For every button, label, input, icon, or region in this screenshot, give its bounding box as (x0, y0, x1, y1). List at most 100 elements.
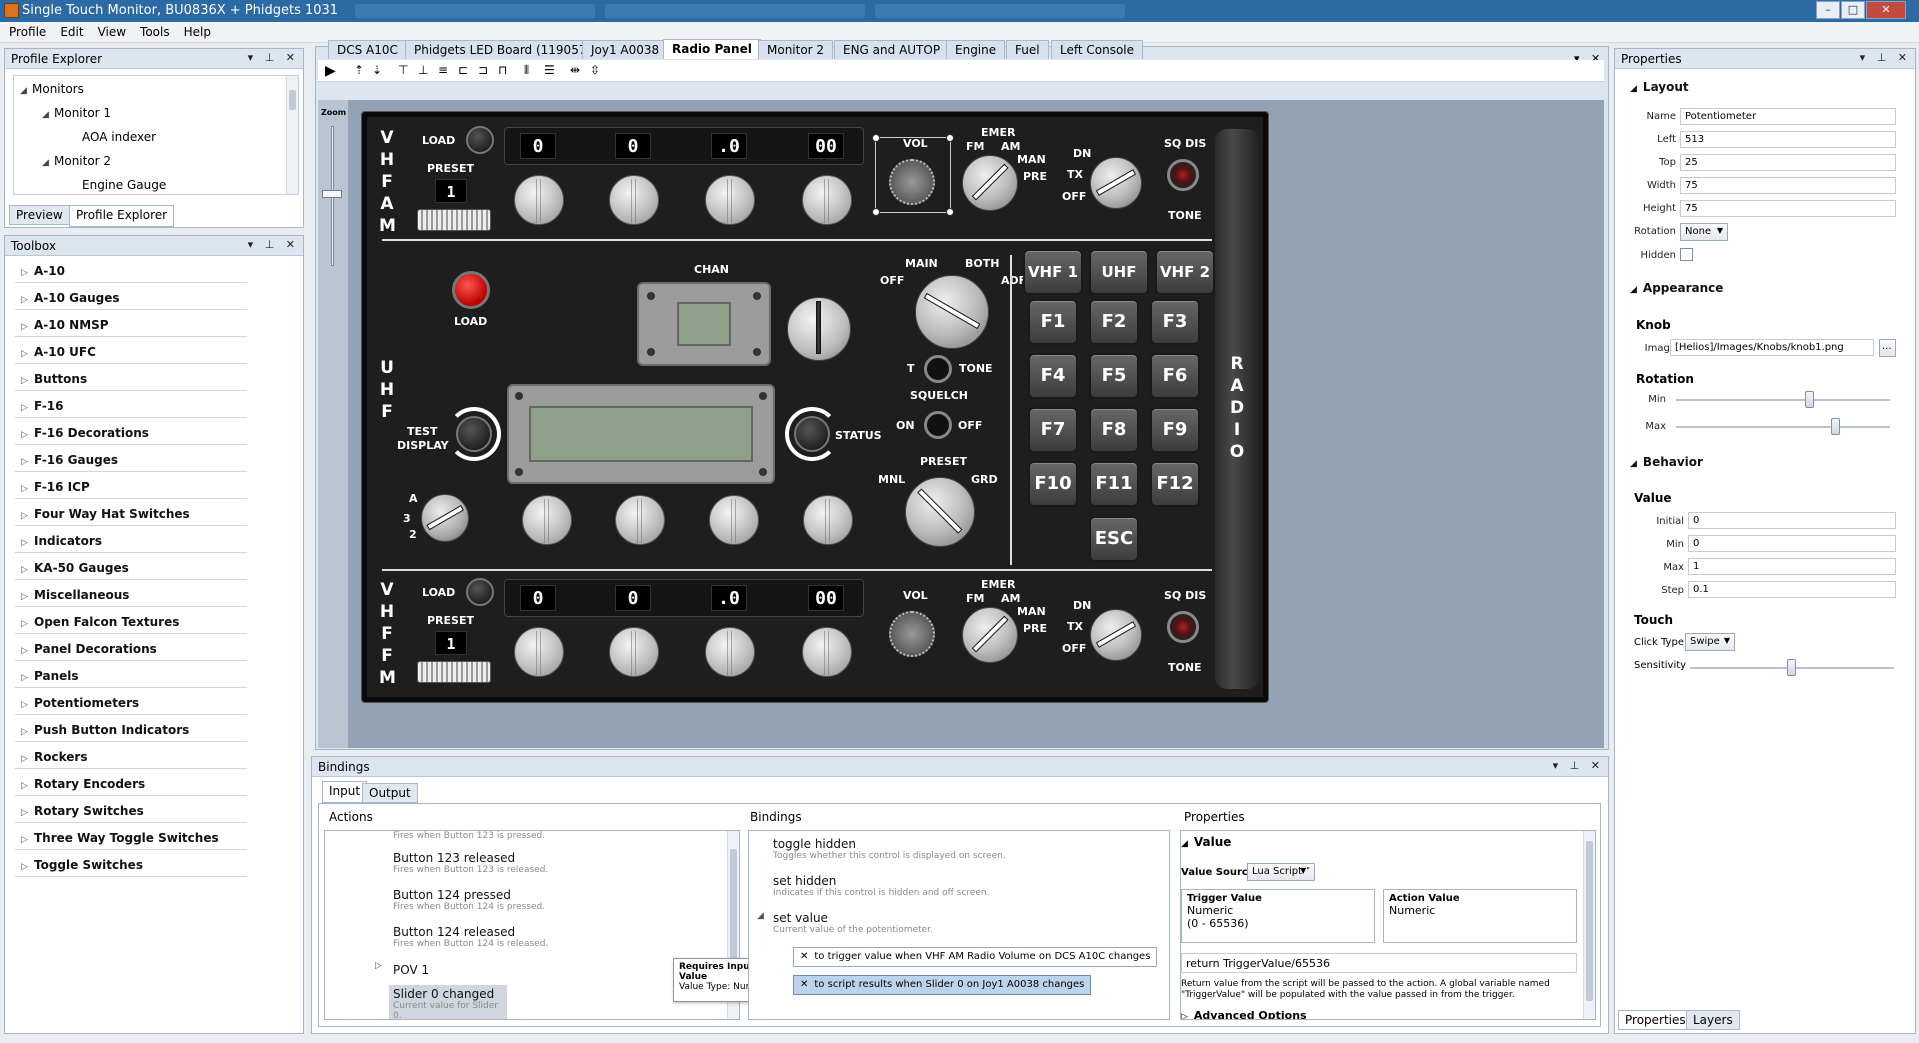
uhf-freq-knob[interactable] (709, 495, 759, 545)
uhf-channel-knob[interactable] (787, 297, 851, 361)
toolbox-group[interactable]: ▷ F-16 Decorations (15, 423, 247, 445)
panel-pin-close-icons[interactable]: ▾ ⊥ ✕ (1860, 51, 1911, 64)
toolbox-group[interactable]: ▷ Push Button Indicators (15, 720, 247, 742)
esc-button[interactable]: ESC (1089, 516, 1139, 562)
rotation-min-slider-thumb[interactable] (1805, 391, 1814, 408)
image-path-field[interactable]: [Helios]/Images/Knobs/knob1.png (1670, 339, 1874, 356)
tab-dcs-a10c[interactable]: DCS A10C (328, 40, 407, 59)
vhf-fm-freq-knob[interactable] (514, 627, 564, 677)
bindings-list[interactable]: toggle hidden Toggles whether this contro… (748, 830, 1170, 1020)
click-type-dropdown[interactable]: Swipe ▼ (1685, 633, 1735, 651)
tab-monitor-2[interactable]: Monitor 2 (758, 40, 834, 59)
align-bottom-icon[interactable]: ⊥ (418, 63, 428, 77)
hidden-checkbox[interactable] (1680, 248, 1693, 261)
value-source-dropdown[interactable]: Lua Script ▼" (1247, 863, 1315, 881)
f9-button[interactable]: F9 (1150, 407, 1200, 453)
tab-radio-panel[interactable]: Radio Panel (663, 39, 761, 59)
vhf-am-freq-knob[interactable] (802, 175, 852, 225)
vhf-am-freq-knob[interactable] (705, 175, 755, 225)
f11-button[interactable]: F11 (1089, 461, 1139, 507)
height-field[interactable]: 75 (1680, 200, 1896, 217)
toolbox-group[interactable]: ▷ Rotary Encoders (15, 774, 247, 796)
behavior-section-header[interactable]: ◢ Behavior (1630, 455, 1703, 469)
f10-button[interactable]: F10 (1028, 461, 1078, 507)
expand-arrow-icon[interactable]: ◢ (42, 110, 54, 120)
vhf-am-squelch-button[interactable] (1167, 159, 1199, 191)
toolbox-group[interactable]: ▷ Rockers (15, 747, 247, 769)
uhf-tone-button[interactable] (924, 355, 952, 383)
align-top-icon[interactable]: ⊤ (398, 63, 408, 77)
expand-arrow-icon[interactable]: ◢ (42, 158, 54, 168)
panel-pin-close-icons[interactable]: ▾ ⊥ ✕ (248, 238, 299, 251)
initial-field[interactable]: 0 (1688, 512, 1896, 529)
align-middle-icon[interactable]: ⊓ (498, 63, 507, 77)
tree-item-engine-gauge[interactable]: Engine Gauge (82, 178, 166, 192)
bring-forward-icon[interactable]: ⇡ (354, 63, 364, 77)
toolbox-group[interactable]: ▷ F-16 Gauges (15, 450, 247, 472)
vhf-am-freq-knob[interactable] (514, 175, 564, 225)
toolbox-group[interactable]: ▷ Buttons (15, 369, 247, 391)
f8-button[interactable]: F8 (1089, 407, 1139, 453)
space-vertical-icon[interactable]: ⇳ (590, 63, 600, 77)
action-item-button-123-released[interactable]: Button 123 released Fires when Button 123… (393, 851, 548, 875)
rotation-min-slider[interactable] (1676, 399, 1890, 401)
action-item-button-124-released[interactable]: Button 124 released Fires when Button 124… (393, 925, 548, 949)
resize-handle[interactable] (872, 134, 880, 142)
uhf-preset-mode-selector[interactable] (905, 477, 975, 547)
send-backward-icon[interactable]: ⇣ (372, 63, 382, 77)
f4-button[interactable]: F4 (1028, 353, 1078, 399)
value-max-field[interactable]: 1 (1688, 558, 1896, 575)
rotation-max-slider-thumb[interactable] (1831, 418, 1840, 435)
resize-handle[interactable] (946, 208, 954, 216)
f1-button[interactable]: F1 (1028, 299, 1078, 345)
action-item-button-123-pressed[interactable]: Fires when Button 123 is pressed. (393, 831, 545, 841)
minimize-button[interactable]: – (1816, 1, 1840, 19)
tree-item-monitor-1[interactable]: ◢ Monitor 1 (42, 106, 111, 120)
tab-phidgets-led-board[interactable]: Phidgets LED Board (119057) (405, 40, 601, 59)
vhf-1-button[interactable]: VHF 1 (1023, 249, 1083, 295)
top-field[interactable]: 25 (1680, 154, 1896, 171)
toolbox-group[interactable]: ▷ KA-50 Gauges (15, 558, 247, 580)
browse-button[interactable]: ... (1879, 339, 1896, 357)
tree-scrollbar[interactable] (286, 76, 298, 194)
vhf-am-volume-knob[interactable] (889, 159, 935, 205)
toolbox-group[interactable]: ▷ Toggle Switches (15, 855, 247, 877)
toolbox-group[interactable]: ▷ Three Way Toggle Switches (15, 828, 247, 850)
appearance-section-header[interactable]: ◢ Appearance (1630, 281, 1723, 295)
resize-handle[interactable] (946, 134, 954, 142)
uhf-freq-knob[interactable] (803, 495, 853, 545)
resize-handle[interactable] (872, 208, 880, 216)
toolbox-group[interactable]: ▷ A-10 UFC (15, 342, 247, 364)
binding-item-set-value[interactable]: set value Current value of the potentiome… (773, 911, 933, 935)
vhf-fm-volume-knob[interactable] (889, 611, 935, 657)
vhf-fm-freq-knob[interactable] (802, 627, 852, 677)
toolbox-group[interactable]: ▷ F-16 ICP (15, 477, 247, 499)
step-field[interactable]: 0.1 (1688, 581, 1896, 598)
panel-pin-close-icons[interactable]: ▾ ⊥ ✕ (1553, 759, 1604, 772)
binding-item-toggle-hidden[interactable]: toggle hidden Toggles whether this contro… (773, 837, 1006, 861)
vhf-fm-squelch-button[interactable] (1167, 611, 1199, 643)
menu-tools[interactable]: Tools (133, 22, 177, 42)
collapse-arrow-icon[interactable]: ◢ (757, 911, 764, 921)
binding-chip-script[interactable]: ✕ to script results when Slider 0 on Joy1… (793, 975, 1092, 995)
tab-output[interactable]: Output (362, 783, 418, 803)
f6-button[interactable]: F6 (1150, 353, 1200, 399)
tab-preview[interactable]: Preview (9, 205, 70, 225)
action-item-pov-1[interactable]: POV 1 (393, 963, 429, 977)
vhf-am-freq-knob[interactable] (609, 175, 659, 225)
action-item-slider-0-changed[interactable]: Slider 0 changed Current value for Slider… (389, 985, 507, 1019)
play-icon[interactable]: ▶ (325, 63, 336, 79)
sensitivity-slider-thumb[interactable] (1787, 659, 1796, 676)
status-button[interactable] (794, 416, 830, 452)
left-field[interactable]: 513 (1680, 131, 1896, 148)
menu-view[interactable]: View (91, 22, 133, 42)
uhf-freq-knob[interactable] (615, 495, 665, 545)
tab-properties[interactable]: Properties (1618, 1010, 1693, 1030)
toolbox-group[interactable]: ▷ Potentiometers (15, 693, 247, 715)
layout-section-header[interactable]: ◢ Layout (1630, 80, 1689, 94)
tab-joy1-a0038[interactable]: Joy1 A0038 (582, 40, 669, 59)
toolbox-group[interactable]: ▷ Miscellaneous (15, 585, 247, 607)
vhf-am-load-button[interactable] (466, 126, 494, 154)
expand-arrow-icon[interactable]: ◢ (20, 86, 32, 96)
binding-properties-scrollbar[interactable] (1583, 831, 1595, 1019)
